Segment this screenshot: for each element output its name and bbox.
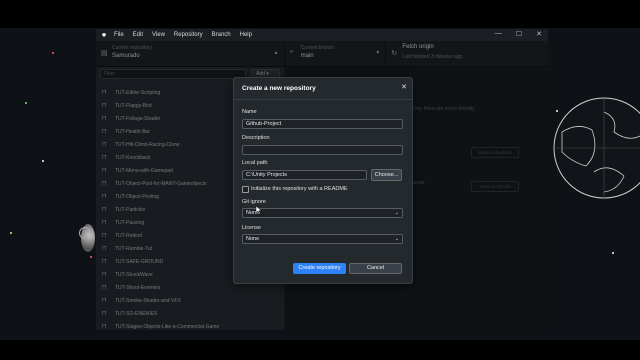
maximize-icon[interactable]: ☐ — [516, 30, 522, 38]
globe-decoration — [553, 97, 640, 199]
divider — [234, 99, 412, 100]
name-label: Name — [242, 109, 257, 115]
menu-view[interactable]: View — [152, 32, 165, 38]
gitignore-select[interactable]: None ⌄ — [242, 208, 403, 218]
choose-path-button[interactable]: Choose... — [371, 169, 402, 181]
gitignore-label: Git ignore — [242, 199, 266, 205]
chevron-down-icon: ⌄ — [394, 210, 399, 216]
local-path-label: Local path — [242, 160, 268, 166]
planet-ring-decoration — [79, 227, 91, 239]
star — [25, 102, 27, 104]
menu-help[interactable]: Help — [240, 32, 252, 38]
video-letterbox-bottom — [0, 340, 640, 360]
readme-checkbox[interactable] — [242, 186, 249, 193]
star — [90, 256, 92, 258]
license-value: None — [246, 236, 260, 242]
window-controls: — ☐ ✕ — [495, 30, 542, 38]
name-field[interactable]: Github-Project — [242, 119, 403, 129]
readme-checkbox-label: Initialize this repository with a README — [251, 186, 348, 192]
star — [52, 52, 54, 54]
github-logo-icon: ● — [101, 30, 107, 39]
menu-branch[interactable]: Branch — [212, 32, 231, 38]
mouse-cursor-icon — [256, 206, 262, 215]
menu-edit[interactable]: Edit — [133, 32, 143, 38]
close-icon[interactable]: ✕ — [401, 83, 407, 91]
license-label: License — [242, 225, 261, 231]
chevron-down-icon: ⌄ — [394, 236, 399, 242]
dialog-title: Create a new repository — [242, 85, 316, 92]
license-select[interactable]: None ⌄ — [242, 234, 403, 244]
star — [42, 160, 44, 162]
cancel-button[interactable]: Cancel — [349, 263, 402, 274]
menu-repository[interactable]: Repository — [174, 32, 203, 38]
close-window-icon[interactable]: ✕ — [536, 30, 542, 38]
video-letterbox-top — [0, 0, 640, 28]
menu-file[interactable]: File — [114, 32, 124, 38]
create-repository-button[interactable]: Create repository — [293, 263, 346, 274]
local-path-field[interactable]: C:\Unity Projects — [242, 170, 367, 180]
minimize-icon[interactable]: — — [495, 30, 502, 38]
description-field[interactable] — [242, 145, 403, 155]
create-repository-dialog: Create a new repository ✕ Name Github-Pr… — [233, 77, 413, 284]
star — [612, 252, 614, 254]
description-label: Description — [242, 135, 270, 141]
star — [10, 232, 12, 234]
title-bar: ● File Edit View Repository Branch Help … — [96, 29, 548, 41]
